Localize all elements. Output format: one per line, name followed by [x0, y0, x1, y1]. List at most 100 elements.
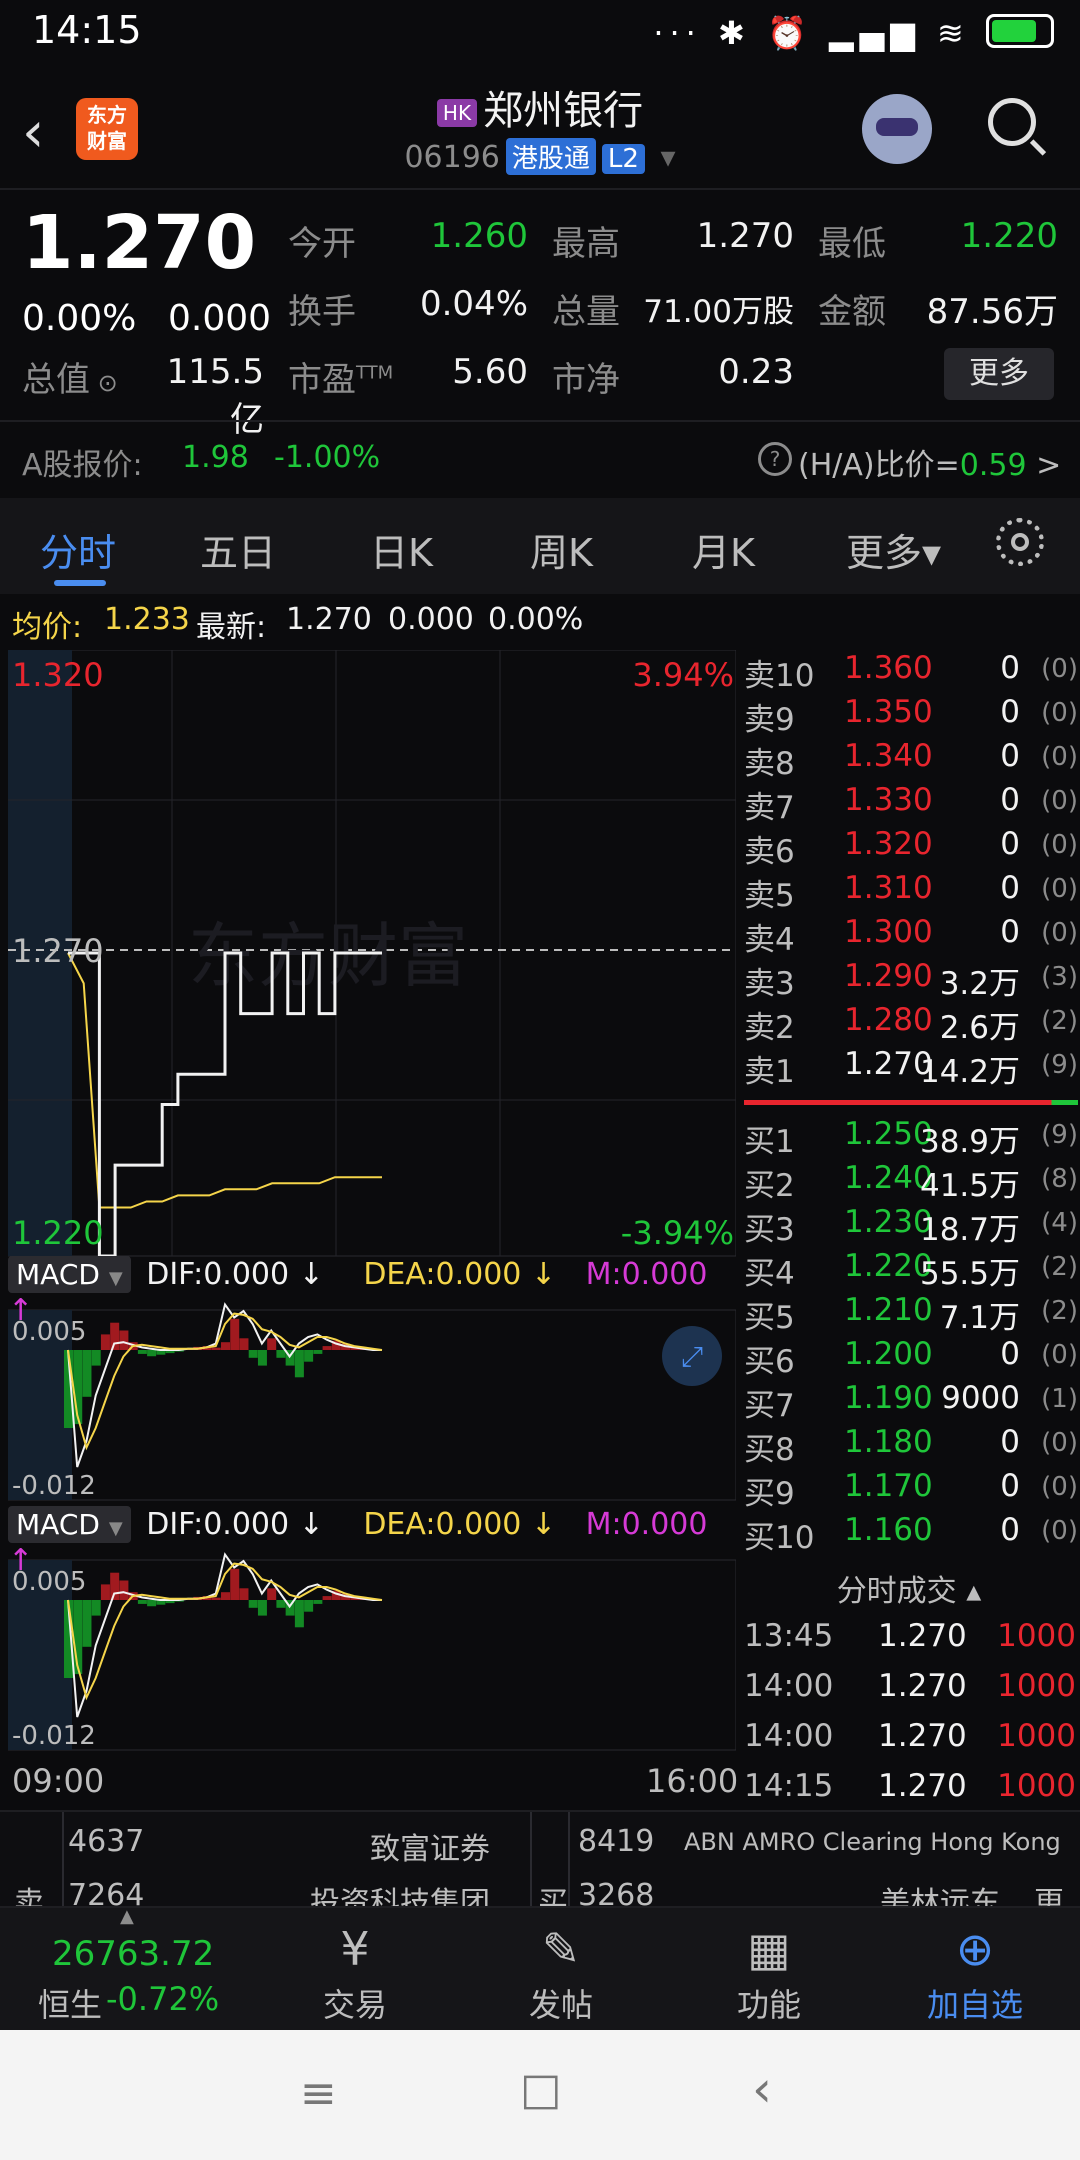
broker-more-label[interactable]: 更: [1034, 1878, 1064, 1908]
macd-histogram-bar: [91, 1350, 101, 1366]
macd-histogram-bar: [313, 1350, 323, 1354]
macd2-header: MACD ▼ DIF:0.000 ↓ DEA:0.000 ↓ M:0.000 ↑: [8, 1506, 738, 1578]
ask-volume: 14.2万: [919, 1054, 1020, 1090]
system-nav-bar: ≡ □ ‹: [0, 2030, 1080, 2160]
macd-histogram-bar: [304, 1350, 314, 1362]
ask-row[interactable]: 卖6 1.320 0 (0): [740, 826, 1078, 870]
bid-count: (4): [1041, 1208, 1078, 1238]
back-nav-icon[interactable]: ‹: [752, 2060, 772, 2118]
tab-weekly-k[interactable]: 周K: [530, 522, 593, 577]
bid-count: (0): [1041, 1472, 1078, 1502]
bid-row[interactable]: 买9 1.170 0 (0): [740, 1468, 1078, 1512]
tab-more[interactable]: 更多▾: [846, 522, 941, 577]
macd-histogram-bar: [322, 1346, 332, 1350]
ask-row[interactable]: 卖7 1.330 0 (0): [740, 782, 1078, 826]
pe-label: 市盈TTM: [288, 360, 394, 400]
change-amount: 0.000: [168, 298, 272, 339]
broker-sell-name: 致富证券: [370, 1832, 490, 1867]
ask-row[interactable]: 卖1 1.270 14.2万 (9): [740, 1046, 1078, 1090]
broker-buy-id: 8419: [578, 1824, 655, 1859]
trades-title[interactable]: 分时成交 ▴: [740, 1566, 1078, 1610]
nav-add-watchlist-label: 加自选: [926, 1986, 1023, 2024]
ashare-pct: -1.00%: [274, 440, 381, 475]
macd-histogram-bar: [230, 1318, 240, 1350]
bid-count: (0): [1041, 1516, 1078, 1546]
bid-row[interactable]: 买5 1.210 7.1万 (2): [740, 1292, 1078, 1336]
ask-row[interactable]: 卖3 1.290 3.2万 (3): [740, 958, 1078, 1002]
expand-icon: ⤢: [681, 1340, 703, 1373]
menu-icon[interactable]: ≡: [300, 2068, 337, 2119]
bid-row[interactable]: 买2 1.240 41.5万 (8): [740, 1160, 1078, 1204]
bid-row[interactable]: 买3 1.230 18.7万 (4): [740, 1204, 1078, 1248]
more-button[interactable]: 更多: [944, 348, 1054, 400]
nav-functions-label: 功能: [736, 1986, 801, 2024]
macd2-dea: DEA:0.000 ↓: [363, 1507, 557, 1542]
ask-count: (0): [1041, 698, 1078, 728]
bid-row[interactable]: 买1 1.250 38.9万 (9): [740, 1116, 1078, 1160]
tab-monthly-k[interactable]: 月K: [692, 522, 755, 577]
ask-count: (0): [1041, 918, 1078, 948]
macd-histogram-bar: [82, 1600, 92, 1647]
ask-level-label: 卖5: [744, 878, 795, 914]
nav-post[interactable]: ✎ 发帖: [486, 1918, 636, 2026]
status-time: 14:15: [32, 8, 142, 52]
bid-row[interactable]: 买6 1.200 0 (0): [740, 1336, 1078, 1380]
broker-sell-id: 4637: [68, 1824, 145, 1859]
ask-row[interactable]: 卖2 1.280 2.6万 (2): [740, 1002, 1078, 1046]
nav-add-watchlist[interactable]: ⊕ 加自选: [900, 1918, 1050, 2026]
bid-row[interactable]: 买8 1.180 0 (0): [740, 1424, 1078, 1468]
ask-count: (9): [1041, 1050, 1078, 1080]
trade-price: 1.270: [878, 1718, 967, 1754]
tab-intraday[interactable]: 分时: [40, 522, 116, 577]
macd-histogram-bar: [211, 1597, 221, 1600]
amount-label: 金额: [818, 292, 886, 332]
bid-volume: 0: [1000, 1336, 1020, 1372]
ashare-row[interactable]: A股报价: 1.98 -1.00% ? (H/A)比价=0.59 >: [0, 420, 1080, 500]
bid-row[interactable]: 买10 1.160 0 (0): [740, 1512, 1078, 1556]
bid-volume: 9000: [941, 1380, 1020, 1416]
bid-volume: 0: [1000, 1424, 1020, 1460]
chart-canvas[interactable]: 东方财富 1.320 1.270 1.220 3.94% -3.94% 0.00…: [8, 650, 736, 1780]
assistant-robot-icon[interactable]: [862, 94, 932, 164]
macd-histogram-bar: [147, 1350, 157, 1357]
open-label: 今开: [288, 224, 356, 264]
volume-value: 71.00万股: [643, 294, 794, 330]
search-icon[interactable]: [988, 98, 1036, 146]
bid-row[interactable]: 买4 1.220 55.5万 (2): [740, 1248, 1078, 1292]
tab-five-day[interactable]: 五日: [200, 522, 276, 577]
help-icon[interactable]: ?: [758, 442, 792, 476]
ask-level-label: 卖6: [744, 834, 795, 870]
bid-level-label: 买7: [744, 1388, 795, 1424]
ask-row[interactable]: 卖8 1.340 0 (0): [740, 738, 1078, 782]
ask-row[interactable]: 卖4 1.300 0 (0): [740, 914, 1078, 958]
gear-icon[interactable]: [996, 518, 1044, 566]
bid-row[interactable]: 买7 1.190 9000 (1): [740, 1380, 1078, 1424]
bid-ask-ratio-bar: [744, 1100, 1078, 1105]
stock-code: 06196: [404, 140, 500, 175]
ask-row[interactable]: 卖10 1.360 0 (0): [740, 650, 1078, 694]
nav-trade[interactable]: ¥ 交易: [280, 1918, 430, 2026]
bid-volume: 18.7万: [919, 1212, 1020, 1248]
tab-daily-k[interactable]: 日K: [370, 522, 433, 577]
macd2-selector[interactable]: MACD ▼: [8, 1506, 131, 1543]
trade-price: 1.270: [878, 1668, 967, 1704]
macd2-ymin: -0.012: [12, 1721, 96, 1751]
bid-count: (0): [1041, 1428, 1078, 1458]
ask-count: (2): [1041, 1006, 1078, 1036]
ask-row[interactable]: 卖9 1.350 0 (0): [740, 694, 1078, 738]
pb-value: 0.23: [718, 352, 794, 392]
nav-functions[interactable]: ▦ 功能: [694, 1918, 844, 2026]
home-icon[interactable]: □: [520, 2064, 562, 2115]
ask-row[interactable]: 卖5 1.310 0 (0): [740, 870, 1078, 914]
bid-price: 1.160: [844, 1512, 933, 1548]
change-pct: 0.00%: [22, 298, 137, 339]
macd1-selector[interactable]: MACD ▼: [8, 1256, 131, 1293]
index-ticker[interactable]: ▲ 26763.72 恒生 -0.72%: [0, 1906, 250, 2032]
high-value: 1.270: [696, 216, 794, 256]
status-icons: ··· ✱ ⏰ ▂▄▆ ≋: [653, 10, 1054, 52]
ha-ratio: (H/A)比价=0.59 >: [798, 448, 1062, 483]
bid-level-label: 买3: [744, 1212, 795, 1248]
ask-volume: 0: [1000, 914, 1020, 950]
macd-histogram-bar: [304, 1600, 314, 1612]
broker-queue[interactable]: 卖 4637 致富证券 7264 投资科技集团 买 8419 ABN AMRO …: [0, 1810, 1080, 1908]
